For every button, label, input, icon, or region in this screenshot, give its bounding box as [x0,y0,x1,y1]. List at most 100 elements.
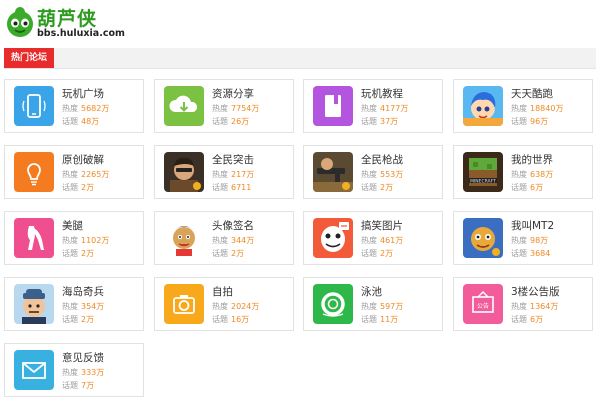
heat-label: 热度 [212,302,228,311]
forum-heat: 热度 1364万 [511,301,558,312]
lightbulb-icon[interactable] [14,152,54,192]
game-character-icon[interactable] [463,86,503,126]
forum-title[interactable]: 搞笑图片 [361,218,403,233]
topics-value: 96万 [530,117,549,126]
heat-value: 4177万 [380,104,409,113]
topics-value: 48万 [81,117,100,126]
forum-title[interactable]: 意见反馈 [62,350,104,365]
forum-topics: 话题 48万 [62,116,99,127]
gun-game-icon[interactable] [313,152,353,192]
camera-icon[interactable] [164,284,204,324]
forum-topics: 话题 2万 [62,314,94,325]
topics-value: 2万 [380,249,394,258]
forum-title[interactable]: 我的世界 [511,152,553,167]
forum-card[interactable]: 头像签名 热度 344万 话题 2万 [154,211,294,265]
forum-card[interactable]: 全民枪战 热度 553万 话题 2万 [303,145,443,199]
forum-title[interactable]: 全民枪战 [361,152,403,167]
forum-topics: 话题 2万 [361,248,393,259]
heat-value: 2024万 [231,302,260,311]
topics-label: 话题 [511,117,527,126]
heat-label: 热度 [212,170,228,179]
forum-title[interactable]: 全民突击 [212,152,254,167]
soldier-game-icon[interactable] [164,152,204,192]
leg-icon[interactable] [14,218,54,258]
forum-topics: 话题 26万 [212,116,249,127]
forum-heat: 热度 2024万 [212,301,259,312]
forum-topics: 话题 2万 [212,248,244,259]
minecraft-icon[interactable]: MINECRAFT [463,152,503,192]
forum-card[interactable]: 原创破解 热度 2265万 话题 2万 [4,145,144,199]
forum-title[interactable]: 原创破解 [62,152,104,167]
heat-label: 热度 [511,236,527,245]
forum-card[interactable]: 玩机教程热度 4177万话题 37万 [303,79,443,133]
topics-label: 话题 [212,315,228,324]
logo-title: 葫芦侠 [37,8,98,30]
topics-value: 3684 [530,249,551,258]
forum-card[interactable]: 公告 3楼公告版 热度 1364万 话题 6万 [453,277,593,331]
forum-topics: 话题 37万 [361,116,398,127]
forum-card[interactable]: 我叫MT2 热度 98万 话题 3684 [453,211,593,265]
topics-label: 话题 [212,117,228,126]
topics-label: 话题 [212,183,228,192]
cartoon-avatar-icon[interactable] [164,218,204,258]
topics-value: 37万 [380,117,399,126]
tab-hot-forums[interactable]: 热门论坛 [4,48,54,68]
topics-label: 话题 [62,249,78,258]
heat-label: 热度 [361,104,377,113]
lifebuoy-icon[interactable] [313,284,353,324]
meme-face-icon[interactable] [313,218,353,258]
topics-value: 2万 [81,249,95,258]
forum-title[interactable]: 自拍 [212,284,233,299]
heat-label: 热度 [212,236,228,245]
section-header: 热门论坛 [4,48,596,69]
forum-card[interactable]: 搞笑图片 热度 461万 话题 2万 [303,211,443,265]
cloud-download-icon[interactable] [164,86,204,126]
forum-title[interactable]: 我叫MT2 [511,218,554,233]
heat-value: 638万 [530,170,554,179]
forum-card[interactable]: 自拍 热度 2024万 话题 16万 [154,277,294,331]
forum-heat: 热度 5682万 [62,103,109,114]
forum-card[interactable]: 资源分享 热度 7754万 话题 26万 [154,79,294,133]
heat-label: 热度 [62,368,78,377]
book-icon[interactable] [313,86,353,126]
heat-label: 热度 [62,236,78,245]
forum-title[interactable]: 海岛奇兵 [62,284,104,299]
forum-title[interactable]: 头像签名 [212,218,254,233]
forum-title[interactable]: 玩机教程 [361,86,403,101]
heat-value: 18840万 [530,104,564,113]
forum-heat: 热度 553万 [361,169,403,180]
envelope-icon[interactable] [14,350,54,390]
forum-title[interactable]: 天天酷跑 [511,86,553,101]
forum-title[interactable]: 泳池 [361,284,382,299]
boom-beach-icon[interactable] [14,284,54,324]
topics-value: 2万 [231,249,245,258]
forum-card[interactable]: 玩机广场热度 5682万 话题 48万 [4,79,144,133]
forum-title[interactable]: 玩机广场 [62,86,104,101]
notice-board-icon[interactable]: 公告 [463,284,503,324]
forum-title[interactable]: 资源分享 [212,86,254,101]
forum-card[interactable]: 海岛奇兵 热度 354万 话题 2万 [4,277,144,331]
heat-value: 461万 [380,236,404,245]
heat-label: 热度 [361,302,377,311]
forum-title[interactable]: 美腿 [62,218,83,233]
forum-card[interactable]: 意见反馈 热度 333万 话题 7万 [4,343,144,397]
forum-card[interactable]: 天天酷跑 热度 18840万 话题 96万 [453,79,593,133]
forum-topics: 话题 96万 [511,116,548,127]
forum-title[interactable]: 3楼公告版 [511,284,560,299]
forum-topics: 话题 3684 [511,248,550,259]
heat-label: 热度 [511,170,527,179]
topics-value: 6711 [231,183,252,192]
forum-heat: 热度 1102万 [62,235,109,246]
forum-card[interactable]: MINECRAFT 我的世界 热度 638万 话题 6万 [453,145,593,199]
forum-card[interactable]: 泳池 热度 597万 话题 11万 [303,277,443,331]
forum-card[interactable]: 美腿热度 1102万 话题 2万 [4,211,144,265]
forum-heat: 热度 2265万 [62,169,109,180]
heat-value: 597万 [380,302,404,311]
phone-icon[interactable] [14,86,54,126]
forum-card[interactable]: 全民突击 热度 217万 话题 6711 [154,145,294,199]
mt2-game-icon[interactable] [463,218,503,258]
heat-label: 热度 [62,170,78,179]
topics-label: 话题 [62,315,78,324]
heat-value: 354万 [81,302,105,311]
site-logo[interactable]: 葫芦侠 bbs.huluxia.com [4,3,125,43]
